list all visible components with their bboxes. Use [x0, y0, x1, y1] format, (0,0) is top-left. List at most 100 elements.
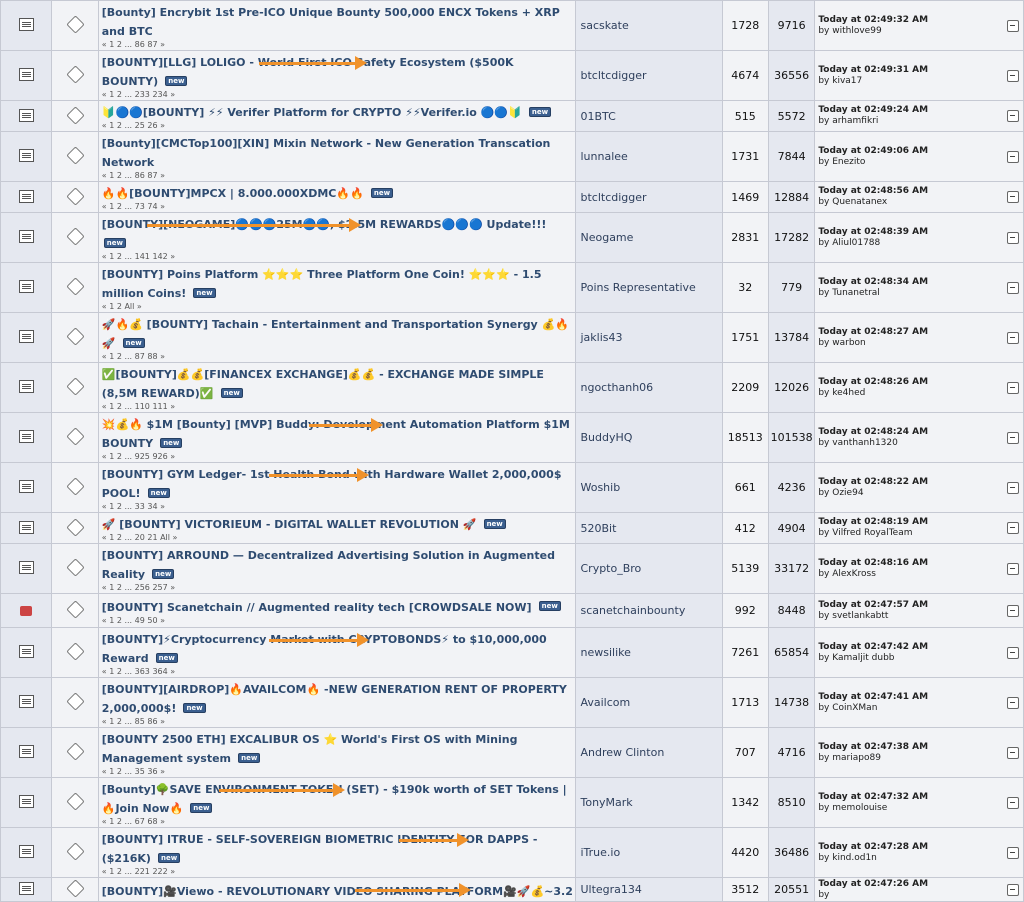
topic-row[interactable]: [BOUNTY] ARROUND — Decentralized Adverti…: [0, 543, 1024, 594]
topic-row[interactable]: 🔥🔥[BOUNTY]MPCX | 8.000.000XDMC🔥🔥 new « 1…: [0, 181, 1024, 213]
topic-row[interactable]: ✅[BOUNTY]💰💰[FINANCEX EXCHANGE]💰💰 - EXCHA…: [0, 362, 1024, 413]
page-links[interactable]: « 1 2 ... 221 222 »: [102, 867, 175, 876]
go-to-last-post-icon[interactable]: [1007, 69, 1019, 82]
page-links[interactable]: « 1 2 ... 33 34 »: [102, 502, 165, 511]
last-post-author[interactable]: svetlankabtt: [832, 611, 888, 621]
topic-row[interactable]: [BOUNTY] GYM Ledger- 1st Health Bond wit…: [0, 462, 1024, 513]
author-link[interactable]: newsilike: [575, 627, 723, 678]
new-badge[interactable]: new: [528, 106, 552, 117]
topic-title-link[interactable]: [Bounty][CMCTop100][XIN] Mixin Network -…: [102, 137, 551, 169]
topic-row[interactable]: [BOUNTY] Scanetchain // Augmented realit…: [0, 593, 1024, 628]
go-to-last-post-icon[interactable]: [1007, 562, 1019, 575]
new-badge[interactable]: new: [103, 237, 126, 248]
topic-row[interactable]: [BOUNTY 2500 ETH] EXCALIBUR OS ⭐ World's…: [0, 727, 1024, 778]
topic-row[interactable]: [BOUNTY]⚡Cryptocurrency Market with CRYP…: [0, 627, 1024, 678]
last-post-author[interactable]: Aliul01788: [832, 238, 880, 248]
author-link[interactable]: btcltcdigger: [575, 50, 723, 101]
page-links[interactable]: « 1 2 ... 73 74 »: [102, 202, 165, 211]
page-links[interactable]: « 1 2 ... 67 68 »: [102, 817, 165, 826]
topic-title-link[interactable]: 🚀🔥💰 [BOUNTY] Tachain - Entertainment and…: [102, 318, 569, 350]
last-post-author[interactable]: arhamfikri: [832, 116, 878, 126]
new-badge[interactable]: new: [193, 287, 216, 298]
author-link[interactable]: Availcom: [575, 677, 723, 728]
author-link[interactable]: Crypto_Bro: [575, 543, 723, 594]
last-post-author[interactable]: AlexKross: [832, 569, 876, 579]
author-link[interactable]: Andrew Clinton: [575, 727, 723, 778]
topic-row[interactable]: [BOUNTY][NEOGAME]🔵🔵🔵25M🔵🔵, $2.5M REWARDS…: [0, 212, 1024, 263]
author-link[interactable]: btcltcdigger: [575, 181, 723, 213]
last-post-author[interactable]: Tunanetral: [832, 288, 880, 298]
go-to-last-post-icon[interactable]: [1007, 281, 1019, 294]
topic-title-link[interactable]: [Bounty] Encrybit 1st Pre-ICO Unique Bou…: [102, 6, 560, 38]
go-to-last-post-icon[interactable]: [1007, 191, 1019, 203]
go-to-last-post-icon[interactable]: [1007, 846, 1019, 859]
new-badge[interactable]: new: [238, 752, 261, 763]
last-post-author[interactable]: kiva17: [832, 76, 862, 86]
new-badge[interactable]: new: [220, 387, 243, 398]
page-links[interactable]: « 1 2 ... 256 257 »: [102, 583, 175, 592]
author-link[interactable]: Ultegra134: [575, 877, 723, 902]
author-link[interactable]: scanetchainbounty: [575, 593, 723, 628]
page-links[interactable]: « 1 2 All »: [102, 302, 142, 311]
new-badge[interactable]: new: [183, 702, 206, 713]
last-post-author[interactable]: withlove99: [832, 26, 881, 36]
last-post-author[interactable]: Vilfred RoyalTeam: [832, 528, 912, 538]
author-link[interactable]: sacskate: [575, 0, 723, 51]
last-post-author[interactable]: kind.od1n: [832, 853, 877, 863]
go-to-last-post-icon[interactable]: [1007, 150, 1019, 163]
page-links[interactable]: « 1 2 ... 85 86 »: [102, 717, 165, 726]
go-to-last-post-icon[interactable]: [1007, 646, 1019, 659]
topic-title-link[interactable]: [BOUNTY]🎥Viewo - REVOLUTIONARY VIDEO SHA…: [102, 885, 573, 898]
topic-title-link[interactable]: [BOUNTY] GYM Ledger- 1st Health Bond wit…: [102, 468, 562, 500]
page-links[interactable]: « 1 2 ... 86 87 »: [102, 171, 165, 180]
last-post-author[interactable]: Kamaljit dubb: [832, 653, 894, 663]
page-links[interactable]: « 1 2 ... 925 926 »: [102, 452, 175, 461]
author-link[interactable]: BuddyHQ: [575, 412, 723, 463]
page-links[interactable]: « 1 2 ... 110 111 »: [102, 402, 175, 411]
page-links[interactable]: « 1 2 ... 25 26 »: [102, 121, 165, 130]
topic-title-link[interactable]: [BOUNTY][AIRDROP]🔥AVAILCOM🔥 -NEW GENERAT…: [102, 683, 567, 715]
go-to-last-post-icon[interactable]: [1007, 110, 1019, 122]
go-to-last-post-icon[interactable]: [1007, 381, 1019, 394]
new-badge[interactable]: new: [147, 487, 170, 498]
topic-row[interactable]: 🚀 [BOUNTY] VICTORIEUM - DIGITAL WALLET R…: [0, 512, 1024, 544]
author-link[interactable]: Woshib: [575, 462, 723, 513]
last-post-author[interactable]: CoinXMan: [832, 703, 877, 713]
author-link[interactable]: lunnalee: [575, 131, 723, 182]
page-links[interactable]: « 1 2 ... 233 234 »: [102, 90, 175, 99]
go-to-last-post-icon[interactable]: [1007, 522, 1019, 534]
topic-title-link[interactable]: [BOUNTY 2500 ETH] EXCALIBUR OS ⭐ World's…: [102, 733, 518, 765]
author-link[interactable]: jaklis43: [575, 312, 723, 363]
topic-row[interactable]: [BOUNTY][AIRDROP]🔥AVAILCOM🔥 -NEW GENERAT…: [0, 677, 1024, 728]
go-to-last-post-icon[interactable]: [1007, 19, 1019, 32]
go-to-last-post-icon[interactable]: [1007, 696, 1019, 709]
page-links[interactable]: « 1 2 ... 141 142 »: [102, 252, 175, 261]
new-badge[interactable]: new: [160, 437, 183, 448]
page-links[interactable]: « 1 2 ... 363 364 »: [102, 667, 175, 676]
topic-title-link[interactable]: [BOUNTY] Scanetchain // Augmented realit…: [102, 601, 532, 614]
last-post-author[interactable]: memolouise: [832, 803, 887, 813]
topic-row[interactable]: [Bounty][CMCTop100][XIN] Mixin Network -…: [0, 131, 1024, 182]
topic-title-link[interactable]: 🔥🔥[BOUNTY]MPCX | 8.000.000XDMC🔥🔥: [102, 187, 364, 200]
author-link[interactable]: Neogame: [575, 212, 723, 263]
new-badge[interactable]: new: [190, 802, 213, 813]
last-post-author[interactable]: warbon: [832, 338, 866, 348]
topic-row[interactable]: 🔰🔵🔵[BOUNTY] ⚡⚡ Verifer Platform for CRYP…: [0, 100, 1024, 132]
go-to-last-post-icon[interactable]: [1007, 231, 1019, 244]
new-badge[interactable]: new: [165, 75, 188, 86]
topic-title-link[interactable]: 🔰🔵🔵[BOUNTY] ⚡⚡ Verifer Platform for CRYP…: [102, 106, 522, 119]
go-to-last-post-icon[interactable]: [1007, 883, 1019, 896]
page-links[interactable]: « 1 2 ... 20 21 All »: [102, 533, 178, 542]
new-badge[interactable]: new: [370, 187, 394, 198]
topic-row[interactable]: 🚀🔥💰 [BOUNTY] Tachain - Entertainment and…: [0, 312, 1024, 363]
go-to-last-post-icon[interactable]: [1007, 431, 1019, 444]
author-link[interactable]: 520Bit: [575, 512, 723, 544]
author-link[interactable]: Poins Representative: [575, 262, 723, 313]
topic-row[interactable]: 💥💰🔥 $1M [Bounty] [MVP] Buddy: Developmen…: [0, 412, 1024, 463]
go-to-last-post-icon[interactable]: [1007, 331, 1019, 344]
author-link[interactable]: ngocthanh06: [575, 362, 723, 413]
author-link[interactable]: iTrue.io: [575, 827, 723, 878]
topic-title-link[interactable]: ✅[BOUNTY]💰💰[FINANCEX EXCHANGE]💰💰 - EXCHA…: [102, 368, 544, 400]
last-post-author[interactable]: mariapo89: [832, 753, 881, 763]
new-badge[interactable]: new: [155, 652, 178, 663]
